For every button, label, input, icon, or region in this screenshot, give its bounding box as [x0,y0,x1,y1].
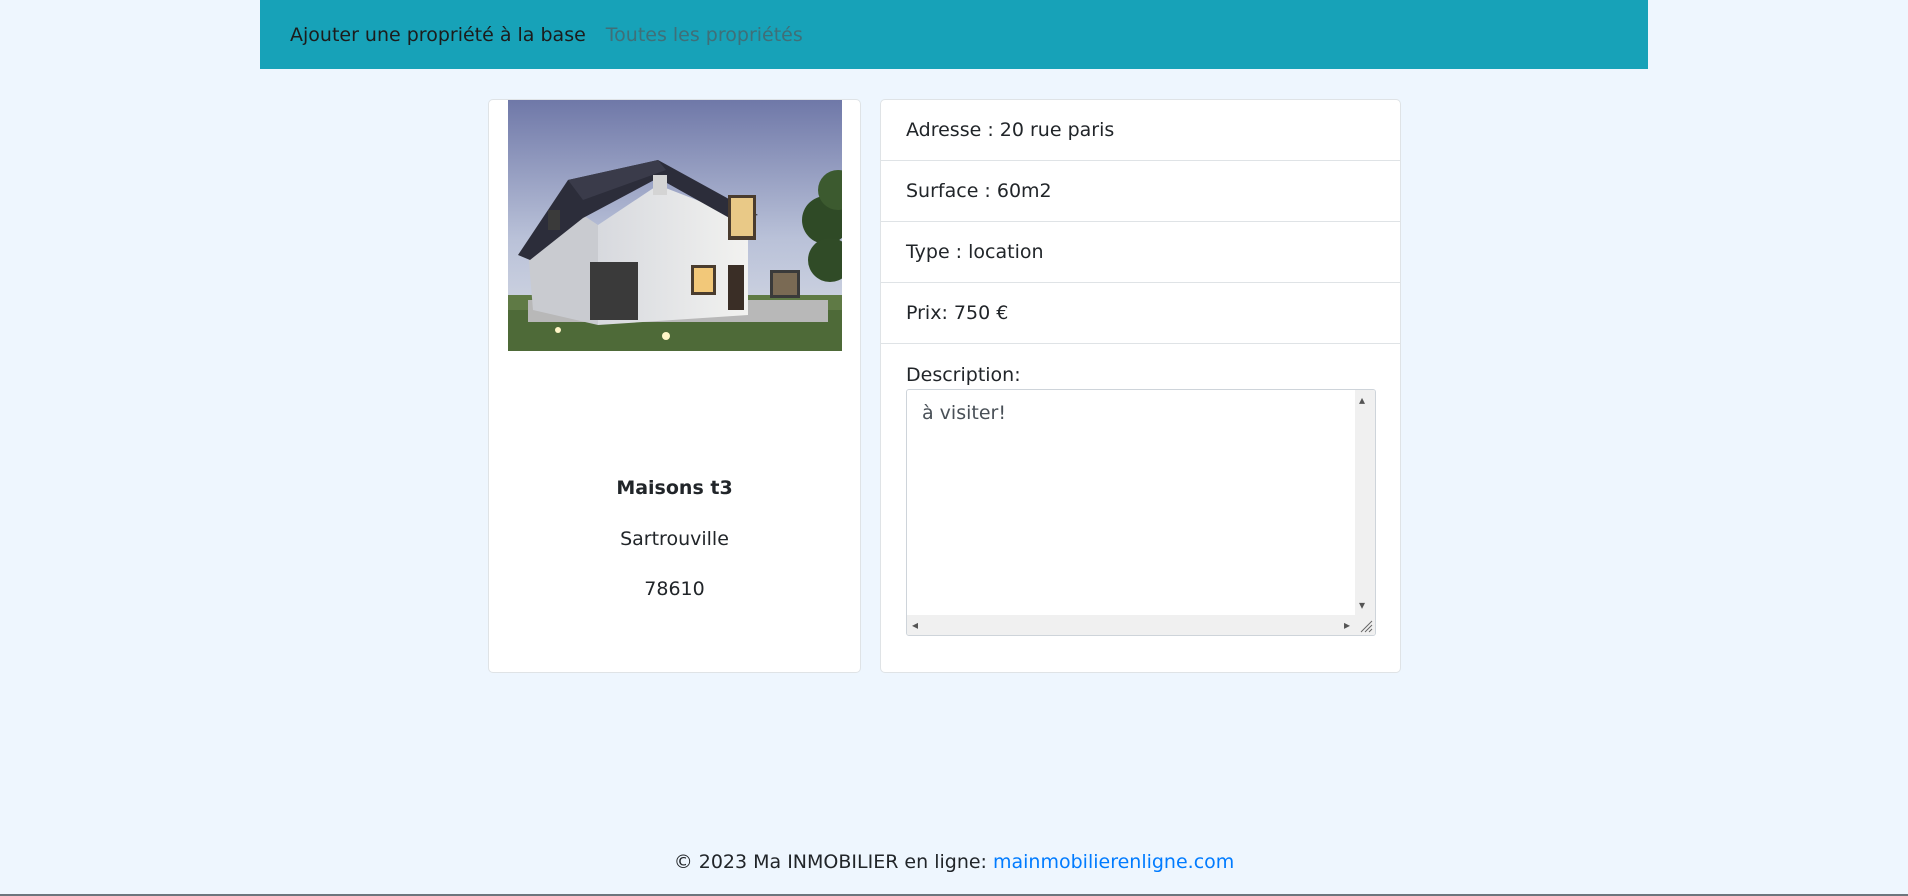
address-row: Adresse : 20 rue paris [881,100,1400,161]
surface-text: Surface : 60m2 [906,180,1052,202]
surface-row: Surface : 60m2 [881,161,1400,222]
address-text: Adresse : 20 rue paris [906,119,1115,141]
nav-all-properties-link[interactable]: Toutes les propriétés [606,24,803,46]
description-textarea[interactable]: à visiter! ▴ ▾ ◂ ▸ [906,389,1376,636]
resize-handle-icon[interactable] [1355,615,1375,635]
description-label: Description: [906,364,1021,386]
footer: © 2023 Ma INMOBILIER en ligne: mainmobil… [0,851,1908,873]
type-row: Type : location [881,222,1400,283]
property-title: Maisons t3 [616,477,733,499]
property-details-card: Adresse : 20 rue paris Surface : 60m2 Ty… [880,99,1401,673]
scroll-down-icon[interactable]: ▾ [1359,599,1365,611]
scroll-right-icon[interactable]: ▸ [1344,619,1350,631]
top-navbar: Ajouter une propriété à la base Toutes l… [260,0,1648,69]
price-row: Prix: 750 € [881,283,1400,344]
property-zip: 78610 [644,578,705,600]
nav-add-property-link[interactable]: Ajouter une propriété à la base [290,24,586,46]
scroll-left-icon[interactable]: ◂ [912,619,918,631]
vertical-scrollbar[interactable]: ▴ ▾ [1355,390,1375,615]
description-value: à visiter! [922,402,1006,424]
property-city: Sartrouville [620,528,729,550]
type-text: Type : location [906,241,1044,263]
house-photo [508,100,842,351]
price-text: Prix: 750 € [906,302,1009,324]
footer-site-link[interactable]: mainmobilierenligne.com [993,851,1234,873]
footer-text: © 2023 Ma INMOBILIER en ligne: [673,851,993,873]
scroll-up-icon[interactable]: ▴ [1359,394,1365,406]
property-card: Maisons t3 Sartrouville 78610 [488,99,861,673]
horizontal-scrollbar[interactable]: ◂ ▸ [907,615,1355,635]
